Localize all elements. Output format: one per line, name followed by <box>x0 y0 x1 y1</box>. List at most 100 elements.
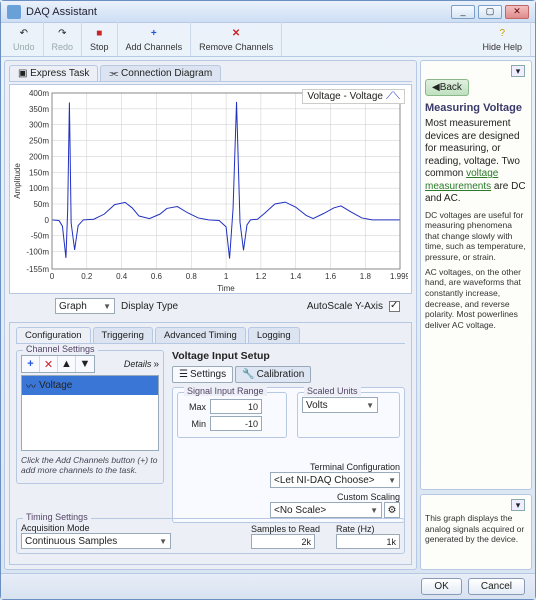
undo-icon: ↶ <box>20 27 28 41</box>
acq-mode-select[interactable]: Continuous Samples▼ <box>21 533 171 549</box>
remove-channels-button[interactable]: ✕Remove Channels <box>191 22 282 56</box>
tab-configuration[interactable]: Configuration <box>16 327 91 343</box>
main-tabs: ▣ Express Task ⫘ Connection Diagram <box>9 65 412 82</box>
remove-channel-tool[interactable]: ✕ <box>40 356 58 372</box>
svg-text:Time: Time <box>217 284 235 293</box>
svg-text:50m: 50m <box>33 200 49 209</box>
tab-express-task[interactable]: ▣ Express Task <box>9 65 98 81</box>
channel-list[interactable]: 〰Voltage <box>21 375 159 451</box>
svg-text:1: 1 <box>224 272 229 281</box>
stop-icon: ■ <box>96 27 102 41</box>
autoscale-checkbox[interactable] <box>389 301 400 312</box>
tab-connection-diagram[interactable]: ⫘ Connection Diagram <box>100 65 221 81</box>
svg-text:1.6: 1.6 <box>325 272 337 281</box>
dialog-footer: OK Cancel <box>1 573 535 599</box>
help-icon: ? <box>499 27 505 41</box>
hide-help-button[interactable]: ?Hide Help <box>474 22 531 56</box>
svg-text:150m: 150m <box>29 168 49 177</box>
svg-text:250m: 250m <box>29 137 49 146</box>
voltage-setup-title: Voltage Input Setup <box>172 350 405 362</box>
max-input[interactable]: 10 <box>210 399 262 414</box>
channel-up-tool[interactable]: ▲ <box>58 356 76 372</box>
channel-item-voltage[interactable]: 〰Voltage <box>22 376 158 395</box>
svg-text:1.4: 1.4 <box>290 272 302 281</box>
redo-button[interactable]: ↷Redo <box>44 22 83 56</box>
terminal-config-select[interactable]: <Let NI-DAQ Choose>▼ <box>270 472 400 488</box>
channel-note: Click the Add Channels button (+) to add… <box>21 451 159 479</box>
add-channel-tool[interactable]: + <box>22 356 40 372</box>
subtab-calibration[interactable]: 🔧Calibration <box>235 366 311 383</box>
svg-text:1.2: 1.2 <box>255 272 267 281</box>
window-title: DAQ Assistant <box>26 6 451 18</box>
cancel-button[interactable]: Cancel <box>468 578 525 595</box>
x-icon: ✕ <box>232 27 240 41</box>
back-arrow-icon: ◀ <box>432 82 440 93</box>
pin-button-2[interactable]: ▾ <box>511 499 525 511</box>
tab-logging[interactable]: Logging <box>248 327 300 343</box>
rate-input[interactable]: 1k <box>336 534 400 549</box>
chart-legend: Voltage - Voltage⟋⟍ <box>302 89 405 104</box>
minimize-button[interactable]: _ <box>451 5 475 19</box>
svg-text:-50m: -50m <box>31 232 50 241</box>
ok-button[interactable]: OK <box>421 578 461 595</box>
app-window: DAQ Assistant _ ▢ ✕ ↶Undo ↷Redo ▶Run ■St… <box>0 0 536 600</box>
channel-settings-group: Channel Settings + ✕ ▲ ▼ Details » 〰Volt… <box>16 350 164 484</box>
wrench-icon: ⚙ <box>388 505 397 516</box>
scaled-units-group: Scaled Units Volts▼ <box>297 392 400 438</box>
app-icon <box>7 5 21 19</box>
tab-triggering[interactable]: Triggering <box>93 327 153 343</box>
svg-text:0: 0 <box>50 272 55 281</box>
tab-advanced-timing[interactable]: Advanced Timing <box>155 327 246 343</box>
units-select[interactable]: Volts▼ <box>302 397 378 413</box>
samples-input[interactable]: 2k <box>251 534 315 549</box>
svg-text:1.8: 1.8 <box>360 272 372 281</box>
svg-text:-155m: -155m <box>26 265 49 274</box>
settings-icon: ☰ <box>179 369 188 380</box>
svg-text:100m: 100m <box>29 184 49 193</box>
terminal-config-label: Terminal Configuration <box>177 462 400 472</box>
maximize-button[interactable]: ▢ <box>478 5 502 19</box>
svg-text:400m: 400m <box>29 89 49 98</box>
custom-scaling-select[interactable]: <No Scale>▼ <box>270 502 382 518</box>
titlebar[interactable]: DAQ Assistant _ ▢ ✕ <box>1 1 535 23</box>
help-title: Measuring Voltage <box>425 102 527 114</box>
svg-text:300m: 300m <box>29 121 49 130</box>
close-button[interactable]: ✕ <box>505 5 529 19</box>
stop-button[interactable]: ■Stop <box>82 22 118 56</box>
plus-icon: + <box>151 27 157 41</box>
display-type-label: Display Type <box>121 301 178 312</box>
config-tabs: Configuration Triggering Advanced Timing… <box>16 327 405 344</box>
custom-scaling-label: Custom Scaling <box>177 492 400 502</box>
samples-label: Samples to Read <box>251 524 320 534</box>
svg-text:350m: 350m <box>29 105 49 114</box>
svg-text:0.4: 0.4 <box>116 272 128 281</box>
undo-button[interactable]: ↶Undo <box>5 22 44 56</box>
svg-text:-100m: -100m <box>26 248 49 257</box>
display-type-select[interactable]: Graph▼ <box>55 298 115 314</box>
calibration-icon: 🔧 <box>242 369 254 380</box>
svg-text:1.999: 1.999 <box>390 272 408 281</box>
svg-text:0.2: 0.2 <box>81 272 93 281</box>
diagram-icon: ⫘ <box>109 68 118 79</box>
redo-icon: ↷ <box>58 27 66 41</box>
scaling-wrench-button[interactable]: ⚙ <box>384 502 400 518</box>
details-link[interactable]: Details <box>124 359 152 369</box>
add-channels-button[interactable]: +Add Channels <box>118 22 192 56</box>
task-icon: ▣ <box>18 68 27 79</box>
signal-range-group: Signal Input Range Max10 Min-10 <box>177 392 287 438</box>
subtab-settings[interactable]: ☰Settings <box>172 366 233 383</box>
context-help-panel: ▾ This graph displays the analog signals… <box>420 494 532 570</box>
acq-mode-label: Acquisition Mode <box>21 523 235 533</box>
voltage-icon: 〰 <box>26 378 36 393</box>
back-button[interactable]: ◀Back <box>425 79 469 96</box>
autoscale-label: AutoScale Y-Axis <box>307 301 383 312</box>
svg-text:0.6: 0.6 <box>151 272 163 281</box>
svg-text:Amplitude: Amplitude <box>13 163 22 199</box>
pin-button[interactable]: ▾ <box>511 65 525 77</box>
timing-settings-group: Timing Settings Acquisition Mode Continu… <box>16 518 405 554</box>
min-input[interactable]: -10 <box>210 416 262 431</box>
rate-label: Rate (Hz) <box>336 524 400 534</box>
help-panel: ▾ ◀Back Measuring Voltage Most measureme… <box>420 60 532 490</box>
channel-down-tool[interactable]: ▼ <box>76 356 94 372</box>
chevron-right-icon[interactable]: » <box>153 359 159 370</box>
